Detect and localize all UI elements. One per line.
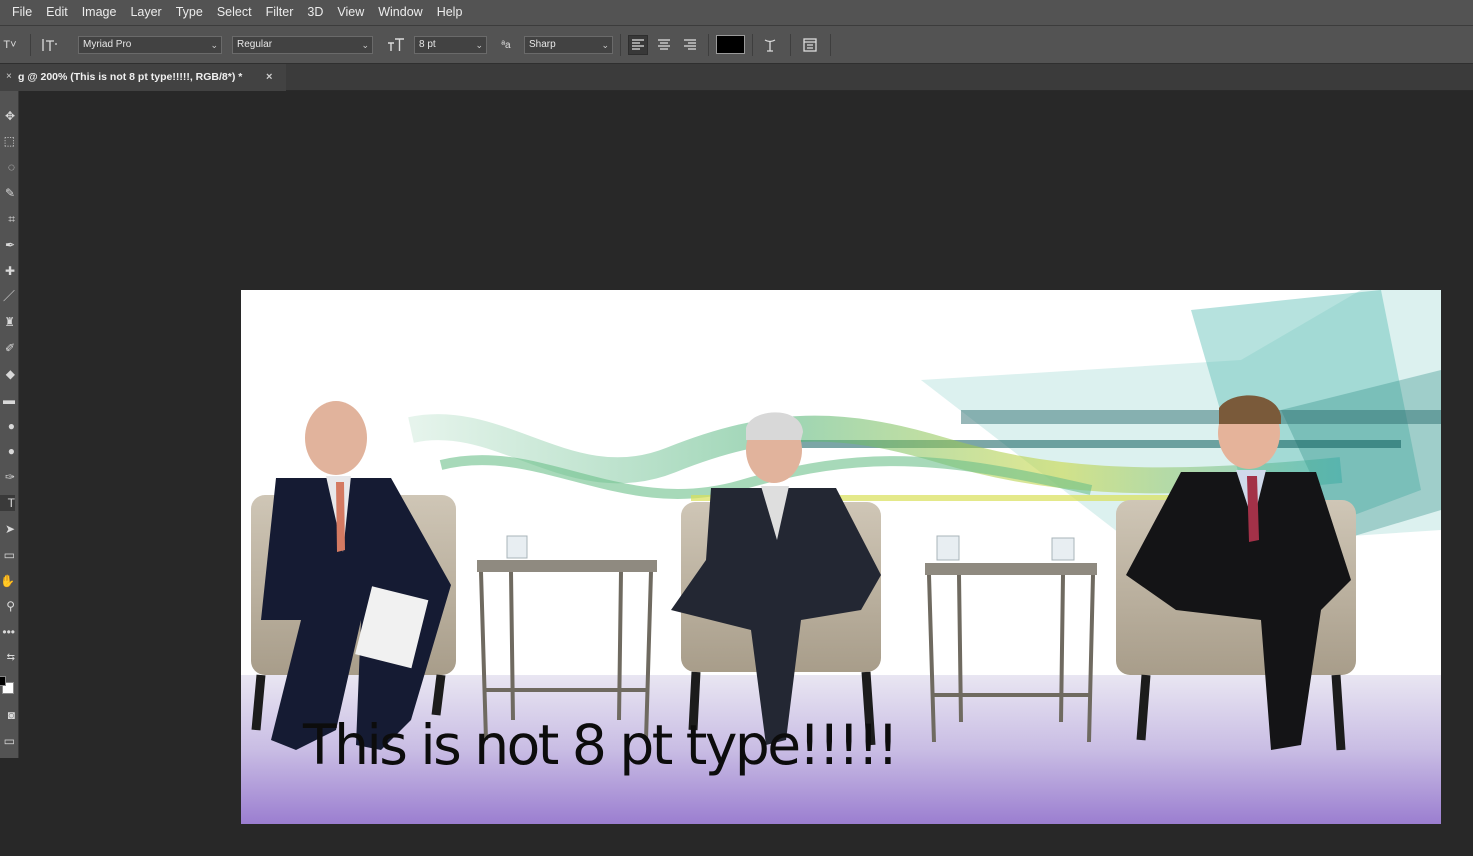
font-style-select[interactable]: Regular ⌄ xyxy=(232,36,373,54)
divider xyxy=(30,34,31,56)
align-left-button[interactable] xyxy=(628,35,648,55)
align-left-icon xyxy=(632,39,644,50)
crop-tool-icon[interactable]: ⌗ xyxy=(0,211,15,227)
menu-window[interactable]: Window xyxy=(371,0,429,25)
move-tool-icon[interactable]: ✥ xyxy=(0,108,15,124)
document-tab[interactable]: g @ 200% (This is not 8 pt type!!!!!, RG… xyxy=(0,64,286,91)
menu-filter[interactable]: Filter xyxy=(259,0,301,25)
eraser-tool-icon[interactable]: ◆ xyxy=(0,366,15,382)
chevron-down-icon: ⌄ xyxy=(475,40,483,50)
menu-view[interactable]: View xyxy=(330,0,371,25)
menu-file[interactable]: File xyxy=(5,0,39,25)
healing-brush-tool-icon[interactable]: ✚ xyxy=(0,263,15,279)
type-tool-icon[interactable]: T xyxy=(0,495,15,511)
document-tab-bar: g @ 200% (This is not 8 pt type!!!!!, RG… xyxy=(0,64,1473,91)
divider xyxy=(830,34,831,56)
font-size-icon xyxy=(386,35,406,55)
chevron-down-icon: ⌄ xyxy=(601,40,609,50)
chevron-down-icon: ⌄ xyxy=(210,40,218,50)
close-icon[interactable]: × xyxy=(266,64,272,91)
menu-3d[interactable]: 3D xyxy=(300,0,330,25)
clone-stamp-tool-icon[interactable]: ♜ xyxy=(0,314,15,330)
more-tools-icon[interactable]: ••• xyxy=(0,624,15,640)
quick-mask-icon[interactable]: ◙ xyxy=(0,707,15,723)
divider xyxy=(708,34,709,56)
divider xyxy=(790,34,791,56)
align-right-icon xyxy=(684,39,696,50)
antialias-value: Sharp xyxy=(529,39,556,50)
antialias-select[interactable]: Sharp ⌄ xyxy=(524,36,613,54)
gradient-tool-icon[interactable]: ▬ xyxy=(0,392,15,408)
align-center-icon xyxy=(658,39,670,50)
divider xyxy=(752,34,753,56)
color-swatches[interactable] xyxy=(0,674,15,698)
character-panel-icon xyxy=(803,38,817,52)
menu-layer[interactable]: Layer xyxy=(123,0,168,25)
history-brush-tool-icon[interactable]: ✐ xyxy=(0,340,15,356)
menu-bar: File Edit Image Layer Type Select Filter… xyxy=(0,0,1473,25)
menu-type[interactable]: Type xyxy=(169,0,210,25)
type-tool-preset-icon: T˅ xyxy=(3,39,17,51)
menu-edit[interactable]: Edit xyxy=(39,0,75,25)
options-bar: T˅ Myriad Pro ⌄ Regular ⌄ 8 pt ⌄ ªa Shar… xyxy=(0,25,1473,64)
swap-colors-icon[interactable]: ⇆ xyxy=(0,650,15,666)
antialias-icon: ªa xyxy=(501,39,511,51)
font-size-value: 8 pt xyxy=(419,39,436,50)
zoom-tool-icon[interactable]: ⚲ xyxy=(0,598,15,614)
quick-select-tool-icon[interactable]: ✎ xyxy=(0,185,15,201)
warp-text-button[interactable] xyxy=(760,35,780,55)
lasso-tool-icon[interactable]: ◌ xyxy=(0,159,15,175)
canvas-text-layer[interactable]: This is not 8 pt type!!!!! xyxy=(303,718,899,773)
tool-preset-picker[interactable]: T˅ xyxy=(0,35,20,55)
menu-select[interactable]: Select xyxy=(210,0,259,25)
font-family-value: Myriad Pro xyxy=(83,39,132,50)
brush-tool-icon[interactable]: ／ xyxy=(0,288,15,304)
menu-image[interactable]: Image xyxy=(75,0,124,25)
hand-tool-icon[interactable]: ✋ xyxy=(0,573,15,589)
document-tab-title: g @ 200% (This is not 8 pt type!!!!!, RG… xyxy=(18,71,243,83)
text-color-swatch[interactable] xyxy=(716,35,745,54)
eyedropper-tool-icon[interactable]: ✒ xyxy=(0,237,15,253)
screen-mode-icon[interactable]: ▭ xyxy=(0,733,15,749)
font-family-select[interactable]: Myriad Pro ⌄ xyxy=(78,36,222,54)
path-selection-tool-icon[interactable]: ➤ xyxy=(0,521,15,537)
rectangle-tool-icon[interactable]: ▭ xyxy=(0,547,15,563)
tools-panel: ✥ ⬚ ◌ ✎ ⌗ ✒ ✚ ／ ♜ ✐ ◆ ▬ ● ● ✑ T ➤ ▭ ✋ ⚲ … xyxy=(0,91,19,758)
chevron-down-icon: ⌄ xyxy=(361,40,369,50)
close-panel-icon[interactable]: × xyxy=(6,71,12,82)
text-orientation-icon xyxy=(42,39,57,51)
marquee-tool-icon[interactable]: ⬚ xyxy=(0,133,15,149)
blur-tool-icon[interactable]: ● xyxy=(0,418,15,434)
pen-tool-icon[interactable]: ✑ xyxy=(0,469,15,485)
document-canvas[interactable]: This is not 8 pt type!!!!! xyxy=(241,290,1441,824)
divider xyxy=(620,34,621,56)
toggle-text-orientation-button[interactable] xyxy=(40,35,60,55)
font-size-input[interactable]: 8 pt ⌄ xyxy=(414,36,487,54)
dodge-tool-icon[interactable]: ● xyxy=(0,443,15,459)
warp-text-icon xyxy=(764,39,776,52)
foreground-color-swatch[interactable] xyxy=(0,676,6,686)
menu-help[interactable]: Help xyxy=(430,0,470,25)
align-right-button[interactable] xyxy=(680,35,700,55)
font-style-value: Regular xyxy=(237,39,273,50)
character-panel-button[interactable] xyxy=(800,35,820,55)
align-center-button[interactable] xyxy=(654,35,674,55)
